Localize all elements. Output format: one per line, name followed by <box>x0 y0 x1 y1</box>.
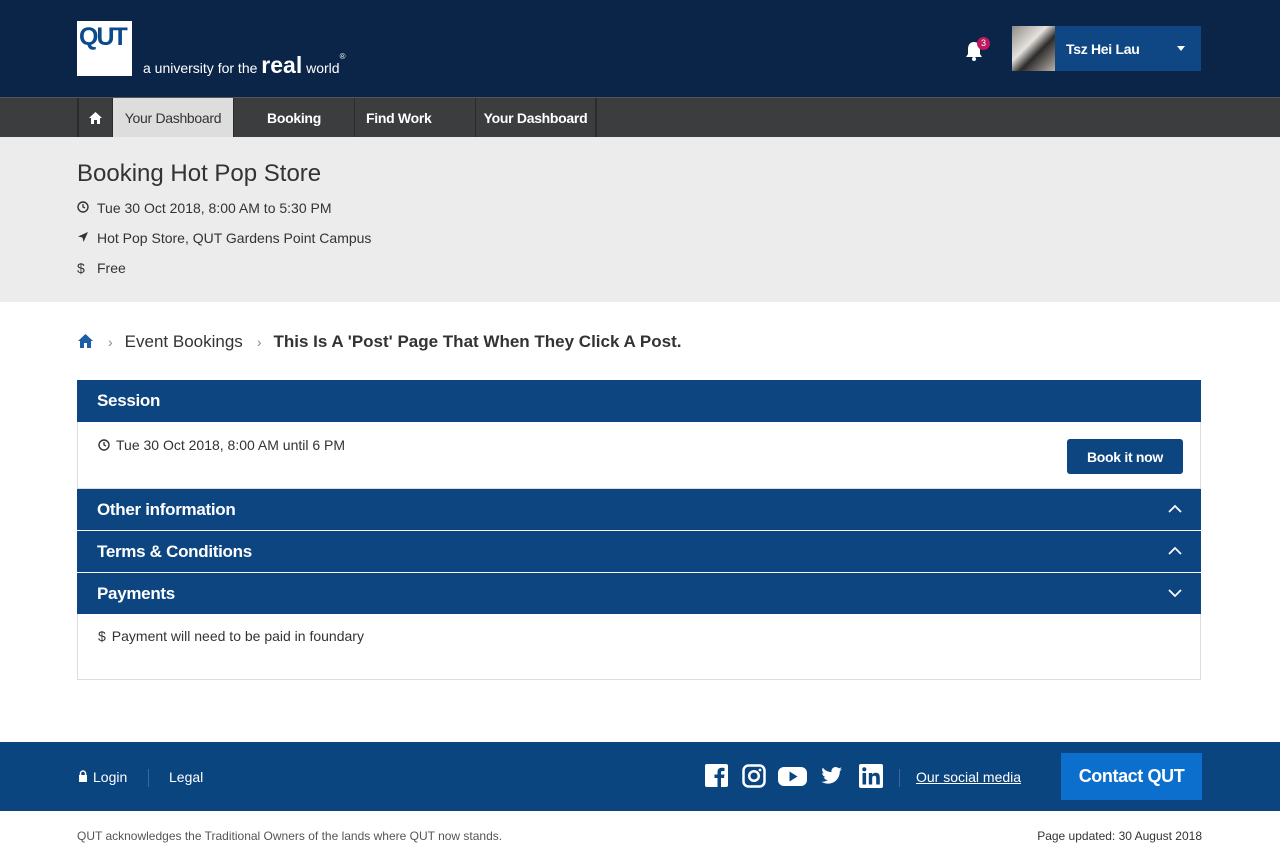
notification-badge: 3 <box>977 37 990 50</box>
accordion-label: Terms & Conditions <box>97 542 252 561</box>
accordion-label: Payments <box>97 584 175 603</box>
footer-divider <box>148 769 149 787</box>
tagline-prefix: a university for the <box>143 60 258 76</box>
acknowledgement-text: QUT acknowledges the Traditional Owners … <box>77 829 503 843</box>
nav-find-work[interactable]: Find Work <box>354 98 475 137</box>
chevron-up-icon <box>1168 504 1182 513</box>
breadcrumb-separator: › <box>256 334 262 350</box>
event-datetime: Tue 30 Oct 2018, 8:00 AM to 5:30 PM <box>77 200 332 216</box>
footer-divider <box>899 769 900 787</box>
tagline: a university for the real world® <box>143 52 345 79</box>
login-label: Login <box>93 769 128 785</box>
session-header: Session <box>77 380 1201 422</box>
event-location-text: Hot Pop Store, QUT Gardens Point Campus <box>97 230 372 246</box>
home-icon <box>89 112 102 124</box>
session-time-text: Tue 30 Oct 2018, 8:00 AM until 6 PM <box>116 437 346 453</box>
avatar <box>1012 26 1055 71</box>
breadcrumb-item-event-bookings[interactable]: Event Bookings <box>125 332 243 351</box>
breadcrumb-separator: › <box>108 334 113 350</box>
event-datetime-text: Tue 30 Oct 2018, 8:00 AM to 5:30 PM <box>97 200 332 216</box>
site-footer: Login Legal Our social media Contact QUT <box>0 742 1280 811</box>
payment-note: $ Payment will need to be paid in foundar… <box>98 628 364 644</box>
dollar-icon: $ <box>98 628 106 644</box>
nav-your-dashboard-2[interactable]: Your Dashboard <box>475 98 597 137</box>
our-social-media-link[interactable]: Our social media <box>916 769 1021 785</box>
legal-link[interactable]: Legal <box>169 769 203 785</box>
tagline-world: world <box>306 60 340 76</box>
accordion-other-information[interactable]: Other information <box>77 489 1201 530</box>
page-title: Booking Hot Pop Store <box>77 160 322 187</box>
accordion-payments[interactable]: Payments <box>77 573 1201 614</box>
breadcrumb: › Event Bookings › This Is A 'Post' Page Th… <box>77 332 681 352</box>
book-it-now-button[interactable]: Book it now <box>1067 439 1183 474</box>
clock-icon <box>77 200 97 216</box>
tagline-reg: ® <box>339 52 346 61</box>
user-menu-button[interactable]: Tsz Hei Lau <box>1012 26 1201 71</box>
user-name: Tsz Hei Lau <box>1066 41 1140 57</box>
session-time: Tue 30 Oct 2018, 8:00 AM until 6 PM <box>98 437 345 453</box>
facebook-icon[interactable] <box>705 764 728 788</box>
accordion-label: Other information <box>97 500 236 519</box>
caret-down-icon <box>1177 46 1185 51</box>
chevron-down-icon <box>1168 589 1182 598</box>
logo-text: QUT <box>79 23 128 51</box>
twitter-icon[interactable] <box>820 764 843 788</box>
login-link[interactable]: Login <box>78 769 127 785</box>
event-hero: Booking Hot Pop Store Tue 30 Oct 2018, 8… <box>0 137 1280 302</box>
lock-icon <box>79 770 87 782</box>
youtube-icon[interactable] <box>778 764 807 788</box>
nav-booking[interactable]: Booking <box>233 98 354 137</box>
breadcrumb-home-icon[interactable] <box>77 333 94 349</box>
clock-icon <box>98 439 110 451</box>
instagram-icon[interactable] <box>742 764 766 788</box>
event-price: $ Free <box>77 260 126 276</box>
nav-home[interactable] <box>77 98 112 137</box>
payments-body: $ Payment will need to be paid in foundar… <box>77 614 1201 680</box>
accordion-terms-conditions[interactable]: Terms & Conditions <box>77 531 1201 572</box>
linkedin-icon[interactable] <box>859 764 884 788</box>
nav-your-dashboard[interactable]: Your Dashboard <box>112 98 233 137</box>
page-updated-text: Page updated: 30 August 2018 <box>1037 829 1202 843</box>
breadcrumb-current: This Is A 'Post' Page That When They Cli… <box>273 332 682 351</box>
session-body: Tue 30 Oct 2018, 8:00 AM until 6 PM Book… <box>77 422 1201 489</box>
payment-note-text: Payment will need to be paid in foundary <box>111 628 364 644</box>
qut-logo[interactable]: QUT <box>77 21 132 76</box>
event-price-text: Free <box>97 260 126 276</box>
contact-qut-button[interactable]: Contact QUT <box>1061 753 1202 800</box>
main-nav: Your Dashboard Booking Find Work Your Da… <box>0 97 1280 137</box>
site-header: QUT a university for the real world® 3 T… <box>0 0 1280 97</box>
location-arrow-icon <box>77 230 97 246</box>
event-location: Hot Pop Store, QUT Gardens Point Campus <box>77 230 371 246</box>
tagline-real: real <box>261 52 303 78</box>
dollar-icon: $ <box>77 260 85 276</box>
chevron-up-icon <box>1168 546 1182 555</box>
